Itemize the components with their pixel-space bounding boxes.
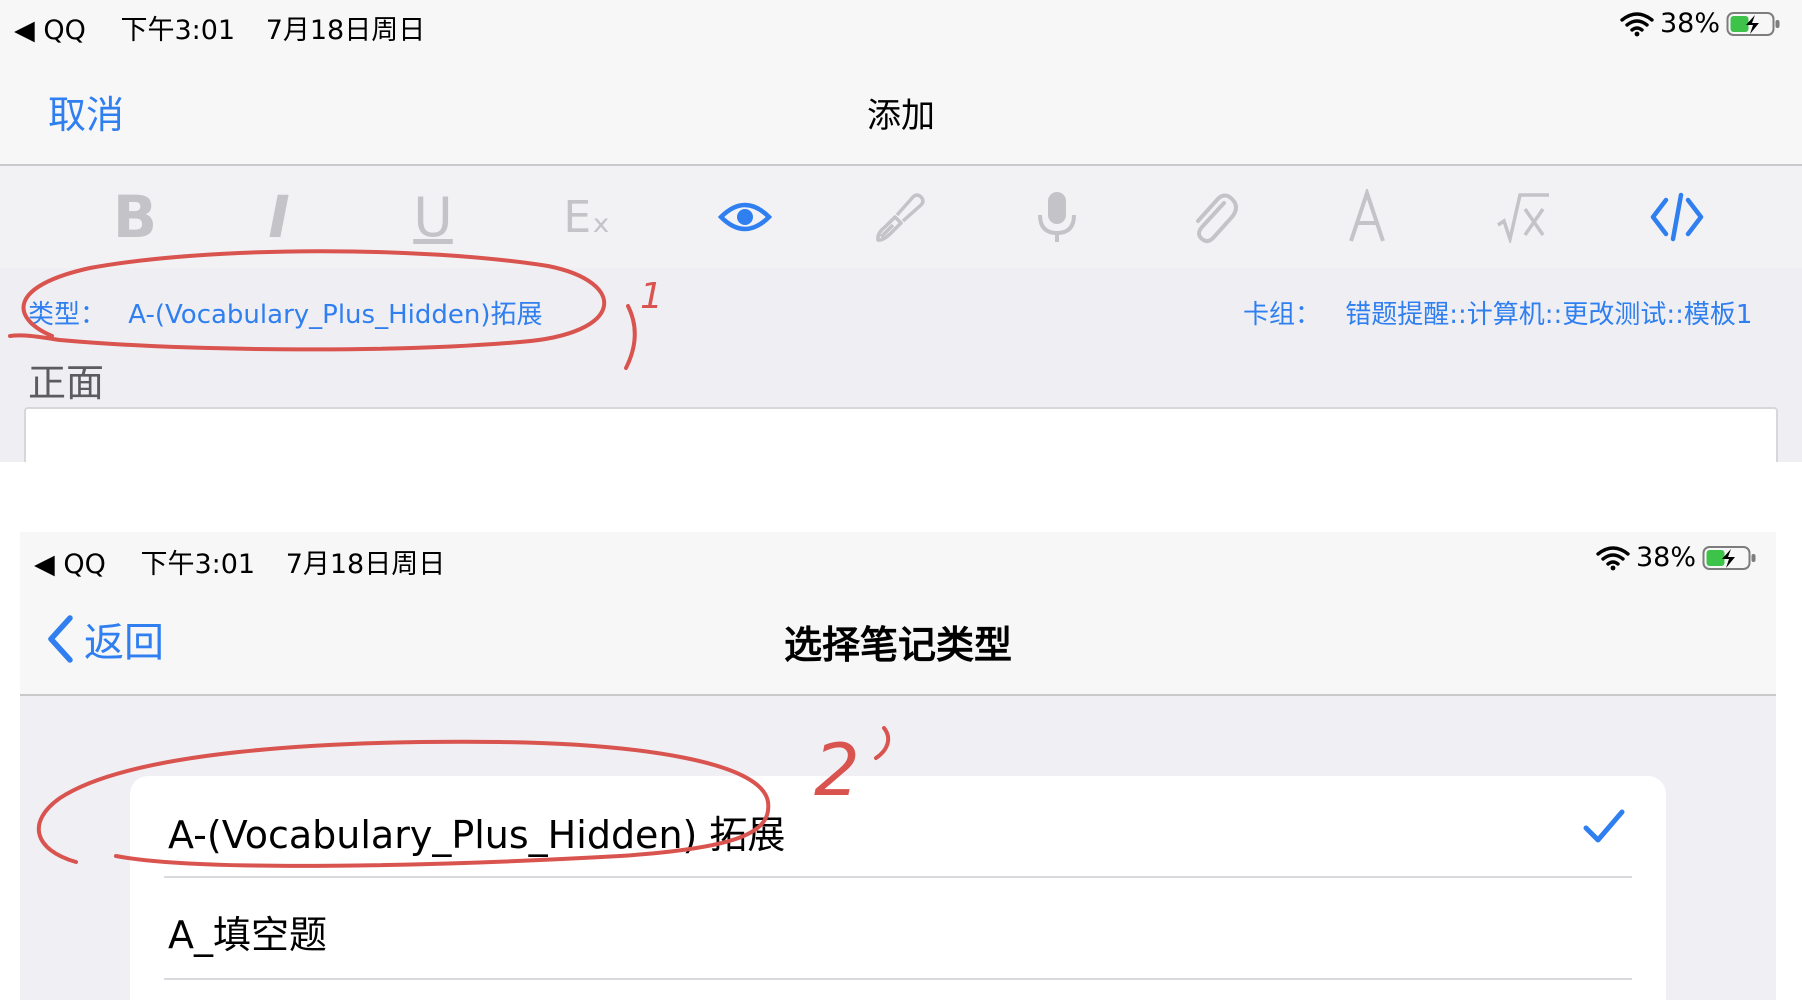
deck-label: 卡组： — [1243, 300, 1322, 330]
choose-note-type-screenshot: ◀ QQ 下午3:01 7月18日周日 38% 返回 选择笔记类型 A-(Voc… — [20, 532, 1776, 1000]
add-note-screenshot: ◀ QQ 下午3:01 7月18日周日 38% 取消 添加 B I U Eₓ 类… — [0, 0, 1802, 462]
battery-percent: 38% — [1636, 542, 1697, 573]
page-title: 选择笔记类型 — [783, 623, 1012, 667]
status-bar-right: 38% — [1596, 542, 1758, 573]
battery-percent: 38% — [1660, 8, 1721, 39]
back-app-label[interactable]: QQ — [43, 15, 86, 46]
clear-format-icon[interactable]: Eₓ — [556, 186, 618, 248]
annotation-label-2: 2 — [814, 728, 860, 812]
wifi-icon — [1596, 545, 1630, 570]
note-type-list: A-(Vocabulary_Plus_Hidden) 拓展 A_填空题 — [130, 776, 1666, 1000]
list-item-label: A-(Vocabulary_Plus_Hidden) 拓展 — [168, 813, 786, 857]
note-type-label: 类型： — [28, 300, 107, 330]
battery-charging-icon — [1702, 545, 1756, 570]
back-triangle-icon[interactable]: ◀ — [14, 15, 35, 46]
microphone-icon[interactable] — [1026, 186, 1088, 248]
note-type-selector[interactable]: 类型： A-(Vocabulary_Plus_Hidden)拓展 — [28, 294, 542, 331]
status-bar-right: 38% — [1620, 8, 1782, 39]
status-date: 7月18日周日 — [265, 15, 426, 46]
front-field-label: 正面 — [28, 361, 105, 405]
status-bar-left: ◀ QQ 下午3:01 7月18日周日 — [14, 8, 425, 47]
battery-charging-icon — [1726, 11, 1780, 36]
list-item-label: A_填空题 — [168, 913, 327, 957]
note-type-value: A-(Vocabulary_Plus_Hidden)拓展 — [128, 300, 543, 330]
paperclip-icon[interactable] — [1182, 186, 1244, 248]
code-icon[interactable] — [1646, 186, 1708, 248]
underline-icon[interactable]: U — [402, 186, 464, 249]
annotation-label-1: 1 — [640, 276, 663, 317]
math-icon[interactable] — [1492, 186, 1554, 248]
deck-selector[interactable]: 卡组： 错题提醒::计算机::更改测试::模板1 — [1243, 294, 1752, 331]
status-time: 下午3:01 — [120, 15, 236, 46]
bold-icon[interactable]: B — [104, 183, 166, 251]
front-field-input[interactable] — [24, 407, 1778, 462]
checkmark-icon — [1583, 809, 1625, 843]
row-divider — [164, 978, 1632, 980]
wifi-icon — [1620, 11, 1654, 36]
back-triangle-icon[interactable]: ◀ — [34, 549, 55, 580]
page-title: 添加 — [867, 96, 935, 136]
italic-icon[interactable]: I — [248, 183, 310, 251]
status-time: 下午3:01 — [140, 549, 256, 580]
deck-value: 错题提醒::计算机::更改测试::模板1 — [1345, 300, 1753, 330]
status-bar-left: ◀ QQ 下午3:01 7月18日周日 — [34, 542, 445, 581]
font-icon[interactable] — [1336, 186, 1398, 248]
list-item[interactable]: A_填空题 — [130, 878, 1666, 978]
status-date: 7月18日周日 — [285, 549, 446, 580]
back-app-label[interactable]: QQ — [63, 549, 106, 580]
paintbrush-icon[interactable] — [870, 186, 932, 248]
eye-icon[interactable] — [714, 186, 776, 248]
list-item[interactable]: A-(Vocabulary_Plus_Hidden) 拓展 — [130, 776, 1666, 876]
screenshot-gap — [0, 462, 1802, 532]
